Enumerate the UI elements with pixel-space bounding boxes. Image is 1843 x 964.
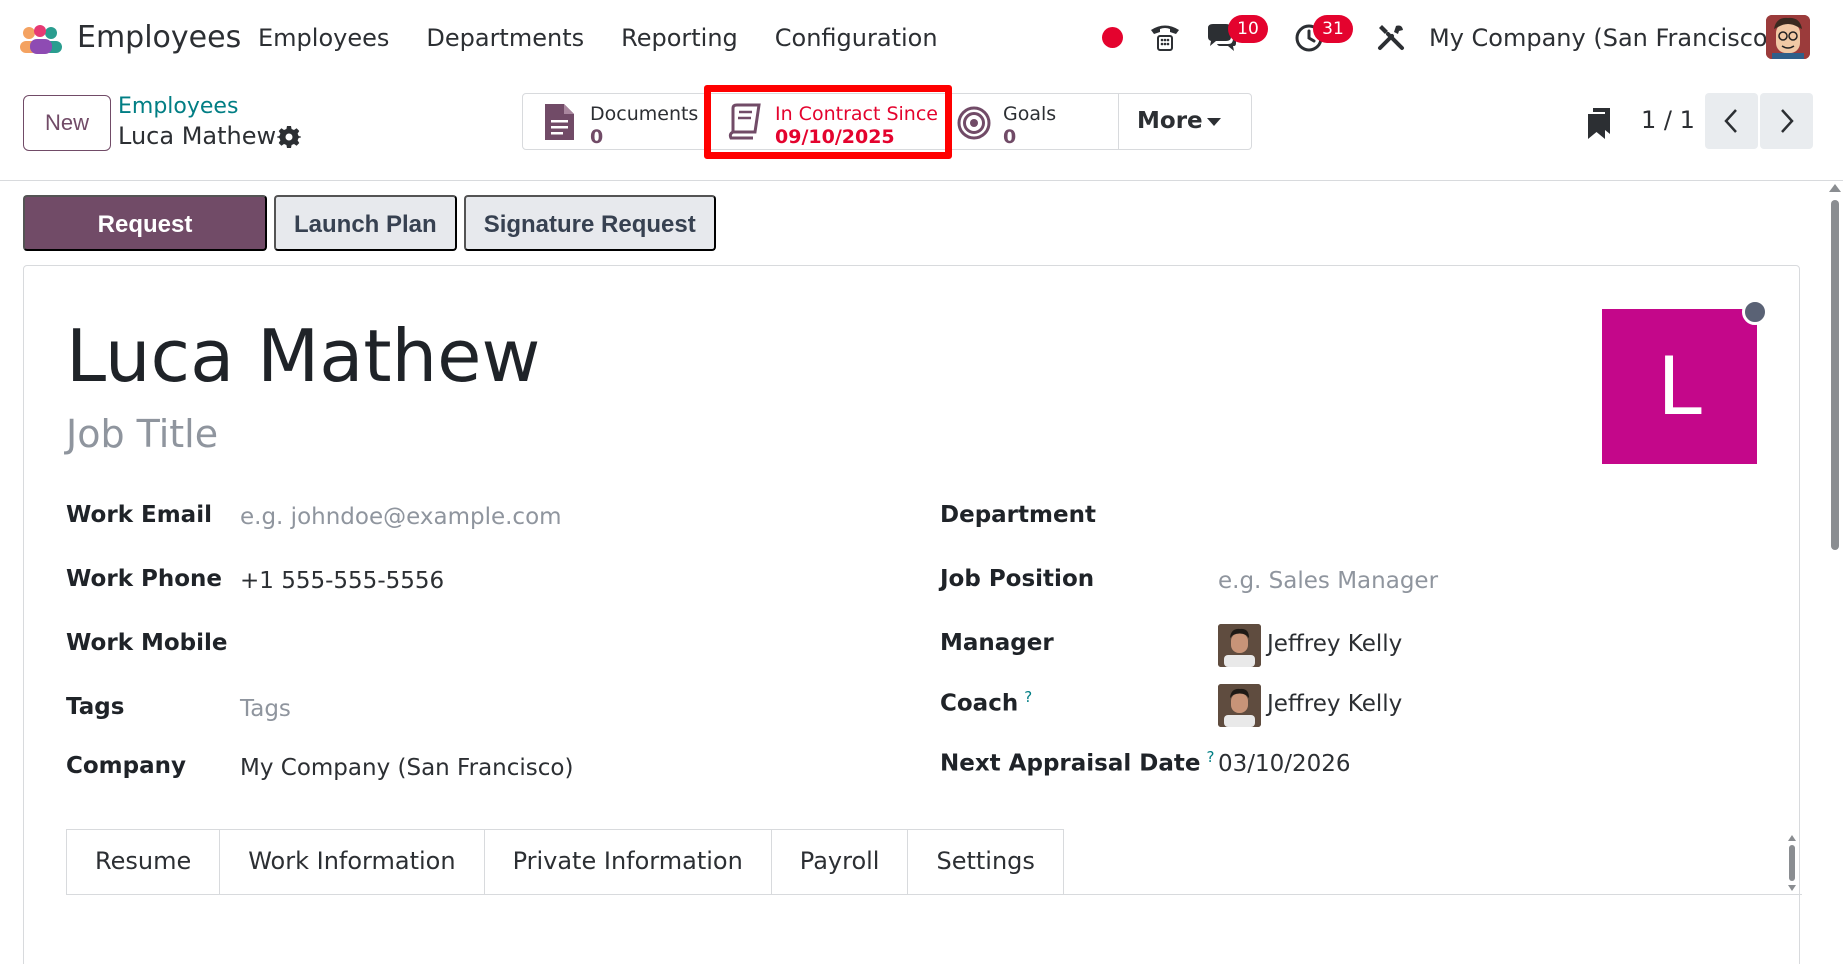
signature-request-button[interactable]: Signature Request <box>463 195 716 251</box>
menu-configuration[interactable]: Configuration <box>775 24 938 52</box>
tabs-divider <box>66 894 1802 895</box>
contract-smart-button[interactable]: In Contract Since 09/10/2025 <box>707 94 943 149</box>
menu-reporting[interactable]: Reporting <box>621 24 738 52</box>
chevron-left-icon <box>1724 109 1737 133</box>
employee-form-sheet: Luca Mathew Job Title L Work Email e.g. … <box>23 265 1802 964</box>
job-position-label: Job Position <box>940 566 1095 592</box>
menu-employees[interactable]: Employees <box>258 24 389 52</box>
job-position-input[interactable]: e.g. Sales Manager <box>1218 568 1438 594</box>
presence-status-icon <box>1742 299 1768 325</box>
documents-count: 0 <box>590 126 604 148</box>
manager-avatar <box>1218 624 1261 667</box>
document-icon <box>545 104 574 140</box>
department-input[interactable] <box>1218 504 1758 532</box>
employees-app-icon[interactable] <box>17 24 65 56</box>
department-label: Department <box>940 502 1096 528</box>
chevron-right-icon <box>1781 109 1794 133</box>
book-icon <box>728 103 761 140</box>
breadcrumb-current-record: Luca Mathew <box>118 122 277 150</box>
next-appraisal-label: Next Appraisal Date? <box>940 748 1214 777</box>
employee-avatar[interactable]: L <box>1602 309 1757 464</box>
tools-icon[interactable] <box>1374 20 1408 54</box>
company-switcher[interactable]: My Company (San Francisco) <box>1429 24 1777 52</box>
tabs-scrollbar[interactable] <box>1788 835 1796 891</box>
new-button[interactable]: New <box>23 95 111 151</box>
goals-smart-button[interactable]: Goals 0 <box>943 94 1119 149</box>
more-label: More <box>1137 108 1203 134</box>
contract-date: 09/10/2025 <box>775 126 895 148</box>
work-email-input[interactable]: e.g. johndoe@example.com <box>240 504 562 530</box>
coach-label: Coach? <box>940 688 1032 717</box>
phone-icon[interactable] <box>1148 20 1182 54</box>
user-avatar[interactable] <box>1766 15 1810 59</box>
next-appraisal-date-input[interactable]: 03/10/2026 <box>1218 751 1351 777</box>
header-actions: Request Appraisal Launch Plan Signature … <box>23 195 716 294</box>
menu-departments[interactable]: Departments <box>426 24 584 52</box>
company-input[interactable]: My Company (San Francisco) <box>240 755 573 781</box>
goals-count: 0 <box>1003 126 1017 148</box>
smart-buttons-bar: Documents 0 In Contract Since 09/10/2025… <box>522 93 1252 150</box>
work-mobile-input[interactable] <box>240 632 840 660</box>
app-name[interactable]: Employees <box>77 20 241 55</box>
coach-input[interactable]: Jeffrey Kelly <box>1267 691 1402 717</box>
documents-label: Documents <box>590 103 699 125</box>
tab-payroll[interactable]: Payroll <box>771 829 909 895</box>
tags-label: Tags <box>66 694 125 720</box>
pager-previous-button[interactable] <box>1705 93 1758 149</box>
company-label: Company <box>66 753 186 779</box>
breadcrumb-employees-link[interactable]: Employees <box>118 94 238 119</box>
next-appraisal-label-text: Next Appraisal Date <box>940 750 1201 777</box>
work-email-label: Work Email <box>66 502 212 528</box>
tags-input[interactable]: Tags <box>240 696 291 722</box>
activity-count-badge: 31 <box>1313 15 1353 43</box>
coach-help-icon[interactable]: ? <box>1024 688 1032 706</box>
job-title-field[interactable]: Job Title <box>66 412 218 456</box>
page-scrollbar-thumb[interactable] <box>1831 200 1839 550</box>
bookmark-icon[interactable] <box>1586 106 1612 140</box>
tab-resume[interactable]: Resume <box>66 829 221 895</box>
launch-plan-button[interactable]: Launch Plan <box>274 195 457 251</box>
next-appraisal-help-icon[interactable]: ? <box>1206 748 1214 766</box>
request-appraisal-button[interactable]: Request Appraisal <box>23 195 267 294</box>
tab-private-information[interactable]: Private Information <box>484 829 772 895</box>
work-phone-input[interactable]: +1 555-555-5556 <box>240 568 444 594</box>
caret-down-icon <box>1207 118 1221 126</box>
target-icon <box>957 106 991 140</box>
gear-icon[interactable] <box>277 125 301 149</box>
top-navbar: Employees Employees Departments Reportin… <box>0 0 1843 78</box>
coach-avatar <box>1218 684 1261 727</box>
tab-settings[interactable]: Settings <box>908 829 1064 895</box>
manager-input[interactable]: Jeffrey Kelly <box>1267 631 1402 657</box>
recording-indicator-icon[interactable] <box>1102 27 1123 48</box>
tab-work-information[interactable]: Work Information <box>220 829 485 895</box>
main-menu: Employees Departments Reporting Configur… <box>258 24 975 52</box>
pager-next-button[interactable] <box>1760 93 1813 149</box>
control-panel: New Employees Luca Mathew Documents 0 In… <box>0 80 1843 181</box>
goals-label: Goals <box>1003 103 1057 125</box>
pager-counter[interactable]: 1 / 1 <box>1641 106 1695 134</box>
manager-label: Manager <box>940 630 1054 656</box>
more-dropdown-button[interactable]: More <box>1119 94 1252 149</box>
employee-name-field[interactable]: Luca Mathew <box>66 314 540 398</box>
work-phone-label: Work Phone <box>66 566 223 592</box>
chat-count-badge: 10 <box>1228 15 1268 43</box>
notebook-tabs: Resume Work Information Private Informat… <box>66 829 1064 895</box>
coach-label-text: Coach <box>940 690 1019 717</box>
scroll-up-arrow-icon[interactable] <box>1829 184 1841 192</box>
contract-label: In Contract Since <box>775 103 938 125</box>
work-mobile-label: Work Mobile <box>66 630 228 656</box>
documents-smart-button[interactable]: Documents 0 <box>523 94 707 149</box>
